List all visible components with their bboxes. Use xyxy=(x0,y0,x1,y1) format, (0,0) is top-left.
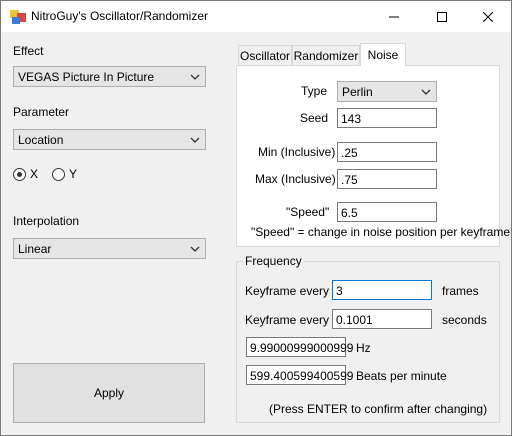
chevron-down-icon xyxy=(190,246,200,252)
tab-noise-label: Noise xyxy=(367,48,399,62)
seconds-unit-label: seconds xyxy=(442,313,487,327)
bpm-unit-label: Beats per minute xyxy=(356,369,447,383)
interpolation-dropdown[interactable]: Linear xyxy=(13,238,206,259)
close-button[interactable] xyxy=(465,1,511,32)
min-value: .25 xyxy=(341,146,358,160)
speed-help-text: "Speed" = change in noise position per k… xyxy=(251,225,511,239)
radio-x[interactable]: X xyxy=(13,167,38,181)
minimize-icon xyxy=(389,16,399,17)
tab-oscillator[interactable]: Oscillator xyxy=(238,45,292,65)
close-icon xyxy=(483,11,493,22)
radio-y-circle xyxy=(52,167,65,181)
radio-checked-dot xyxy=(17,171,22,177)
tab-oscillator-label: Oscillator xyxy=(239,48,290,63)
parameter-label: Parameter xyxy=(13,105,70,119)
noise-tab-panel: Type Perlin Seed 143 Min (Inclusive) .25… xyxy=(236,65,510,247)
effect-dropdown[interactable]: VEGAS Picture In Picture xyxy=(13,66,206,87)
speed-value: 6.5 xyxy=(341,206,358,220)
radio-y-label: Y xyxy=(69,167,78,181)
minimize-button[interactable] xyxy=(371,1,417,32)
chevron-down-icon xyxy=(421,89,431,95)
max-label: Max (Inclusive) xyxy=(255,172,336,186)
effect-label: Effect xyxy=(13,44,44,58)
radio-x-label: X xyxy=(30,167,39,181)
chevron-down-icon xyxy=(190,74,200,80)
frequency-group-title: Frequency xyxy=(243,254,304,268)
frames-unit-label: frames xyxy=(442,284,479,298)
keyframe-frames-input[interactable]: 3 xyxy=(332,280,432,300)
min-label: Min (Inclusive) xyxy=(258,145,336,159)
bpm-value: 599.400599400599 xyxy=(250,369,354,383)
hz-input[interactable]: 9.99000999000999 xyxy=(246,337,353,357)
title-bar[interactable]: NitroGuy's Oscillator/Randomizer xyxy=(1,1,511,32)
keyframe-frames-value: 3 xyxy=(336,284,343,298)
enter-hint-text: (Press ENTER to confirm after changing) xyxy=(269,402,488,416)
max-value: .75 xyxy=(341,173,358,187)
noise-type-dropdown[interactable]: Perlin xyxy=(337,81,437,102)
parameter-dropdown[interactable]: Location xyxy=(13,129,206,150)
app-icon xyxy=(10,10,26,24)
keyframe-frames-label: Keyframe every xyxy=(245,284,330,298)
radio-x-circle xyxy=(13,167,26,181)
noise-type-selected: Perlin xyxy=(342,85,373,99)
apply-button-label: Apply xyxy=(93,386,125,400)
chevron-down-icon xyxy=(190,137,200,143)
keyframe-seconds-input[interactable]: 0.1001 xyxy=(332,309,432,329)
effect-selected: VEGAS Picture In Picture xyxy=(18,70,155,84)
tab-randomizer[interactable]: Randomizer xyxy=(292,45,360,65)
radio-y[interactable]: Y xyxy=(52,167,77,181)
bpm-input[interactable]: 599.400599400599 xyxy=(246,365,353,385)
hz-value: 9.99000999000999 xyxy=(250,341,354,355)
maximize-button[interactable] xyxy=(419,1,465,32)
maximize-icon xyxy=(437,11,447,22)
seed-value: 143 xyxy=(341,112,362,126)
window-title: NitroGuy's Oscillator/Randomizer xyxy=(31,9,209,23)
max-input[interactable]: .75 xyxy=(337,169,437,189)
seed-input[interactable]: 143 xyxy=(337,108,437,128)
speed-input[interactable]: 6.5 xyxy=(337,202,437,222)
apply-button[interactable]: Apply xyxy=(13,363,205,423)
main-window: NitroGuy's Oscillator/Randomizer Effect … xyxy=(0,0,512,436)
interpolation-selected: Linear xyxy=(18,242,52,256)
noise-type-label: Type xyxy=(301,84,328,98)
interpolation-label: Interpolation xyxy=(13,214,80,228)
keyframe-seconds-label: Keyframe every xyxy=(245,313,330,327)
min-input[interactable]: .25 xyxy=(337,142,437,162)
tab-noise[interactable]: Noise xyxy=(360,43,406,66)
hz-unit-label: Hz xyxy=(356,341,371,355)
tab-randomizer-label: Randomizer xyxy=(293,48,359,63)
seed-label: Seed xyxy=(300,111,329,125)
speed-label: "Speed" xyxy=(286,205,330,219)
parameter-selected: Location xyxy=(18,133,64,147)
keyframe-seconds-value: 0.1001 xyxy=(336,313,373,327)
